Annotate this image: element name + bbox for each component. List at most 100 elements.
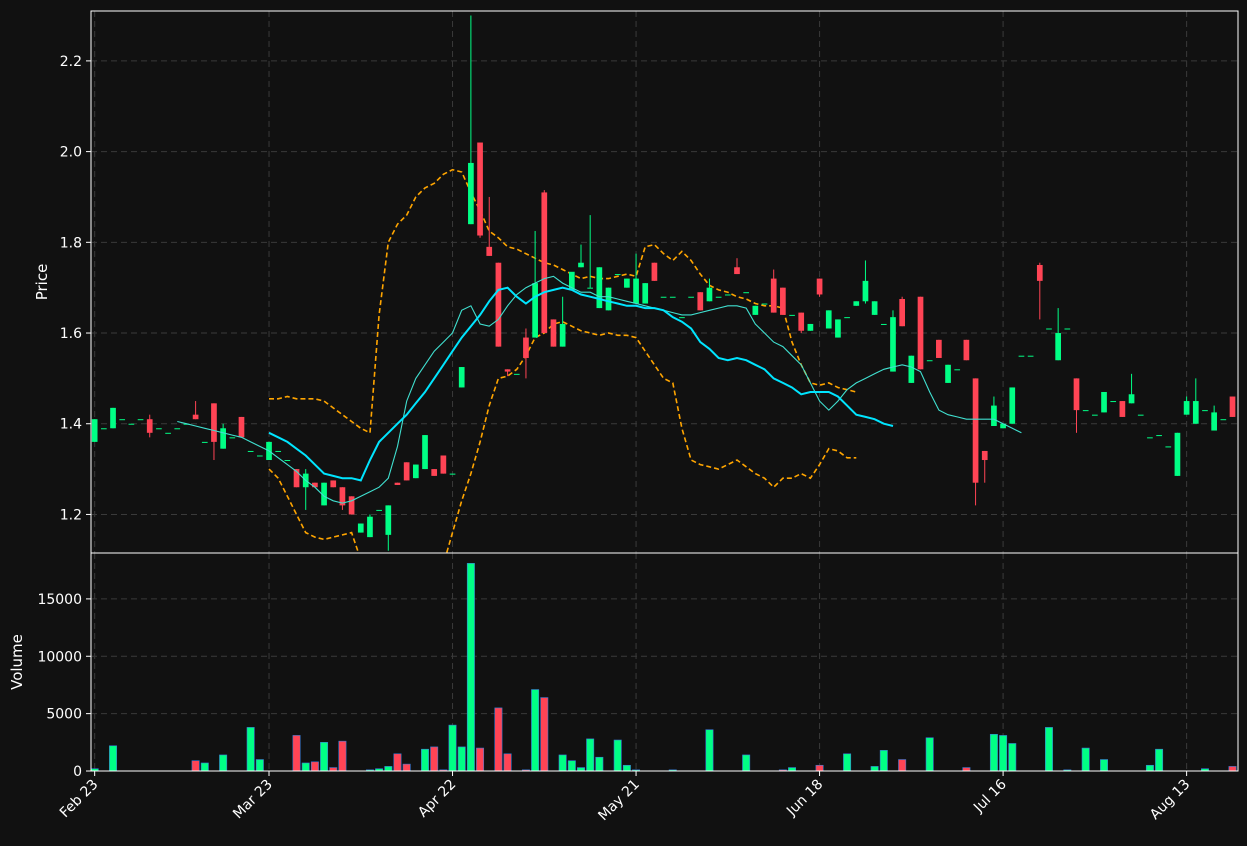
volume-panel-frame bbox=[90, 552, 1239, 772]
candle bbox=[614, 274, 621, 276]
candle bbox=[633, 253, 639, 304]
candle bbox=[1119, 401, 1126, 417]
candle-body bbox=[119, 419, 126, 421]
candle-body bbox=[743, 292, 750, 294]
candle bbox=[146, 414, 153, 438]
volume-bar bbox=[476, 747, 485, 771]
candle bbox=[890, 310, 896, 372]
x-axis: Feb 23 Mar 23 Apr 22 May 21 Jun 18 Jul 16 Aug … bbox=[57, 771, 1193, 824]
candle bbox=[367, 514, 373, 538]
candle bbox=[1064, 328, 1071, 330]
volume-bar bbox=[402, 763, 411, 771]
candle-body bbox=[706, 287, 713, 302]
candle bbox=[211, 403, 217, 461]
candle-body bbox=[660, 296, 667, 298]
candle-body bbox=[880, 323, 887, 325]
candle-body bbox=[807, 323, 814, 331]
volume-bar bbox=[109, 745, 117, 771]
candle-body bbox=[1229, 396, 1236, 417]
candle bbox=[825, 310, 832, 329]
candle-body bbox=[862, 280, 869, 302]
candle bbox=[275, 450, 282, 452]
candle-body bbox=[890, 317, 896, 372]
candle-body bbox=[412, 464, 419, 479]
candle bbox=[1092, 414, 1098, 416]
candle-body bbox=[972, 378, 979, 483]
price-y-tick-label: 2.0 bbox=[60, 145, 82, 161]
candle-body bbox=[468, 162, 474, 225]
volume-bar bbox=[879, 750, 888, 771]
volume-bar bbox=[1145, 764, 1154, 771]
candle bbox=[587, 215, 594, 289]
volume-bar bbox=[788, 767, 797, 771]
volume-bar bbox=[301, 762, 310, 771]
candle bbox=[789, 314, 795, 316]
candle bbox=[376, 509, 382, 511]
candle bbox=[688, 296, 694, 298]
price-y-tick-label: 1.4 bbox=[60, 417, 82, 433]
volume-bar bbox=[999, 735, 1008, 771]
candle-body bbox=[761, 303, 768, 305]
candle bbox=[165, 432, 171, 434]
volume-bar bbox=[531, 689, 540, 771]
candle-body bbox=[679, 317, 685, 319]
candle-body bbox=[715, 296, 722, 298]
volume-bar bbox=[329, 767, 338, 771]
candle-body bbox=[1220, 419, 1227, 421]
candle bbox=[844, 317, 850, 319]
candle-body bbox=[1239, 437, 1245, 438]
volume-bar bbox=[870, 766, 879, 771]
volume-bar bbox=[586, 738, 595, 771]
candle bbox=[936, 339, 942, 358]
candle-body bbox=[945, 364, 951, 383]
volume-bar bbox=[448, 724, 457, 771]
candle-body bbox=[1036, 264, 1043, 281]
candle bbox=[926, 360, 933, 362]
candle bbox=[91, 419, 98, 442]
candle-body bbox=[1046, 328, 1052, 330]
candle bbox=[119, 419, 126, 421]
candle bbox=[201, 441, 208, 443]
candle-body bbox=[642, 283, 649, 304]
volume-bar bbox=[200, 762, 209, 771]
candle bbox=[128, 423, 135, 425]
candle bbox=[1183, 396, 1190, 415]
candle-body bbox=[1092, 414, 1098, 416]
candle-body bbox=[926, 360, 933, 362]
candle bbox=[963, 339, 970, 361]
candle bbox=[734, 258, 740, 275]
candle bbox=[403, 462, 410, 481]
candle-body bbox=[1082, 410, 1089, 412]
price-y-tick-label: 1.6 bbox=[60, 326, 82, 342]
candle-body bbox=[229, 437, 236, 439]
candle bbox=[449, 473, 456, 475]
candle bbox=[559, 296, 566, 347]
volume-bar bbox=[503, 753, 512, 771]
volume-bar bbox=[494, 707, 503, 771]
x-tick-label: Mar 23 bbox=[230, 777, 276, 823]
candle bbox=[385, 505, 392, 551]
volume-bar bbox=[1100, 759, 1109, 771]
candle bbox=[669, 296, 676, 298]
price-panel-frame bbox=[90, 10, 1239, 554]
candle bbox=[422, 435, 428, 470]
candle bbox=[1027, 355, 1034, 357]
candle-body bbox=[495, 262, 502, 347]
candle-body bbox=[422, 435, 428, 470]
candle-body bbox=[330, 480, 337, 488]
candle-body bbox=[789, 314, 795, 316]
candle-body bbox=[697, 292, 704, 311]
candle bbox=[256, 455, 263, 457]
candle-body bbox=[853, 301, 860, 306]
candle bbox=[1073, 378, 1080, 433]
candle-body bbox=[247, 450, 254, 452]
price-y-tick-label: 1.8 bbox=[60, 235, 82, 251]
volume-bar bbox=[815, 764, 824, 771]
candle-body bbox=[238, 416, 245, 438]
candle bbox=[1211, 405, 1217, 431]
candle-body bbox=[917, 296, 924, 370]
candle bbox=[1137, 414, 1144, 416]
volume-axis-label: Volume bbox=[8, 634, 26, 690]
candle-body bbox=[1064, 328, 1071, 330]
x-tick-label: Aug 13 bbox=[1147, 777, 1193, 823]
